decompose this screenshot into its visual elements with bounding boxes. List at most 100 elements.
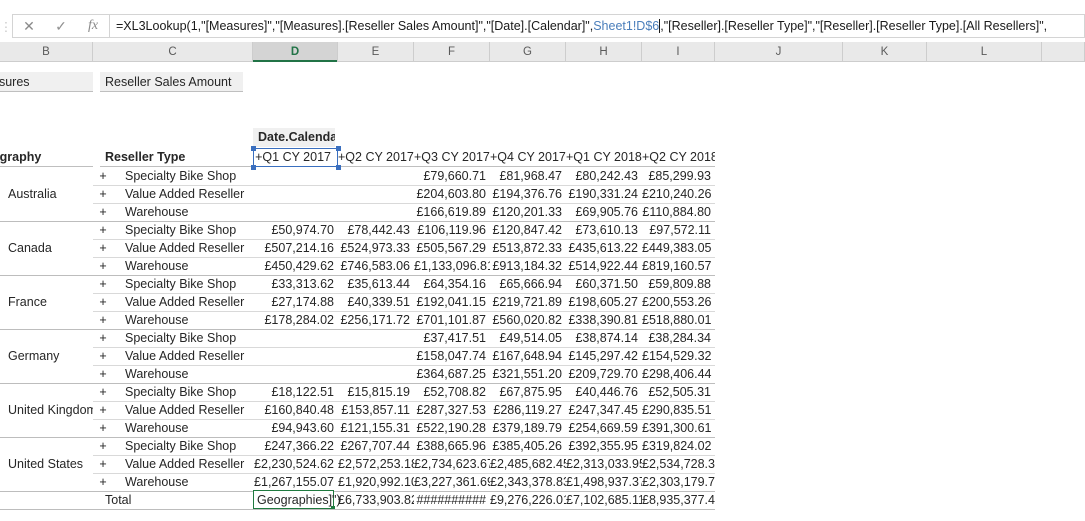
reseller-type-cell[interactable]: Value Added Reseller — [120, 347, 253, 365]
geography-label[interactable]: Australia — [0, 185, 93, 203]
value-cell[interactable]: £81,968.47 — [490, 167, 566, 185]
value-cell[interactable]: £69,905.76 — [566, 203, 642, 221]
value-cell[interactable]: £819,160.57 — [642, 257, 715, 275]
reseller-type-cell[interactable]: Specialty Bike Shop — [120, 329, 253, 347]
selected-cell[interactable]: +Q1 CY 2017 — [253, 148, 338, 167]
value-cell[interactable]: £319,824.02 — [642, 437, 715, 455]
cell-in-edit-mode[interactable]: Geographies]") — [253, 490, 334, 509]
value-cell[interactable]: £110,884.80 — [642, 203, 715, 221]
value-cell[interactable]: £2,313,033.95 — [566, 455, 642, 473]
total-value-cell[interactable]: £7,102,685.11 — [566, 491, 642, 509]
column-header-f[interactable]: F — [414, 42, 490, 61]
column-header-l[interactable]: L — [927, 42, 1042, 61]
value-cell[interactable]: £37,417.51 — [414, 329, 490, 347]
value-cell[interactable]: £298,406.44 — [642, 365, 715, 383]
value-cell[interactable]: £85,299.93 — [642, 167, 715, 185]
value-cell[interactable]: £2,343,378.83 — [490, 473, 566, 491]
value-cell[interactable]: £524,973.33 — [338, 239, 414, 257]
selection-handle[interactable] — [336, 146, 341, 151]
expand-toggle[interactable]: + — [93, 167, 113, 185]
value-cell[interactable]: £560,020.82 — [490, 311, 566, 329]
value-cell[interactable]: £247,347.45 — [566, 401, 642, 419]
check-icon[interactable]: ✓ — [45, 15, 77, 37]
value-cell[interactable]: £49,514.05 — [490, 329, 566, 347]
value-cell[interactable]: £79,660.71 — [414, 167, 490, 185]
geography-dimension-label[interactable]: ography — [0, 148, 93, 167]
expand-toggle[interactable]: + — [93, 419, 113, 437]
date-dimension-label[interactable]: Date.Calendar — [253, 128, 335, 147]
value-cell[interactable]: £120,847.42 — [490, 221, 566, 239]
reseller-type-cell[interactable]: Specialty Bike Shop — [120, 275, 253, 293]
value-cell[interactable]: £746,583.06 — [338, 257, 414, 275]
expand-toggle[interactable]: + — [93, 221, 113, 239]
reseller-type-cell[interactable]: Specialty Bike Shop — [120, 221, 253, 239]
reseller-type-cell[interactable]: Value Added Reseller — [120, 293, 253, 311]
column-header-j[interactable]: J — [715, 42, 843, 61]
value-cell[interactable]: £158,047.74 — [414, 347, 490, 365]
reseller-type-cell[interactable]: Value Added Reseller — [120, 401, 253, 419]
value-cell[interactable]: £18,122.51 — [253, 383, 338, 401]
value-cell[interactable]: £267,707.44 — [338, 437, 414, 455]
column-header-k[interactable]: K — [843, 42, 927, 61]
value-cell[interactable]: £120,201.33 — [490, 203, 566, 221]
total-label[interactable]: Total — [100, 491, 253, 509]
formula-input[interactable]: =XL3Lookup(1,"[Measures]","[Measures].[R… — [109, 14, 1085, 38]
expand-toggle[interactable]: + — [93, 401, 113, 419]
expand-toggle[interactable]: + — [93, 311, 113, 329]
measure-name-cell[interactable]: Reseller Sales Amount — [100, 72, 243, 92]
formula-bar-grip[interactable]: ⋮ — [0, 14, 12, 40]
column-header-c[interactable]: C — [93, 42, 253, 61]
value-cell[interactable]: £38,874.14 — [566, 329, 642, 347]
selection-handle[interactable] — [336, 165, 341, 170]
value-cell[interactable]: £97,572.11 — [642, 221, 715, 239]
value-cell[interactable]: £913,184.32 — [490, 257, 566, 275]
period-header-6[interactable]: +Q2 CY 2018 — [642, 148, 715, 167]
value-cell[interactable]: £64,354.16 — [414, 275, 490, 293]
reseller-type-cell[interactable]: Value Added Reseller — [120, 239, 253, 257]
value-cell[interactable]: £52,708.82 — [414, 383, 490, 401]
value-cell[interactable]: £94,943.60 — [253, 419, 338, 437]
column-header-b[interactable]: B — [0, 42, 93, 61]
column-header-g[interactable]: G — [490, 42, 566, 61]
value-cell[interactable]: £514,922.44 — [566, 257, 642, 275]
value-cell[interactable]: £166,619.89 — [414, 203, 490, 221]
value-cell[interactable]: £507,214.16 — [253, 239, 338, 257]
reseller-type-cell[interactable]: Warehouse — [120, 257, 253, 275]
expand-toggle[interactable]: + — [93, 275, 113, 293]
value-cell[interactable]: £2,534,728.36 — [642, 455, 715, 473]
value-cell[interactable]: £204,603.80 — [414, 185, 490, 203]
value-cell[interactable]: £78,442.43 — [338, 221, 414, 239]
value-cell[interactable]: £2,572,253.18 — [338, 455, 414, 473]
expand-toggle[interactable]: + — [93, 437, 113, 455]
value-cell[interactable]: £392,355.95 — [566, 437, 642, 455]
value-cell[interactable]: £167,648.94 — [490, 347, 566, 365]
expand-toggle[interactable]: + — [93, 239, 113, 257]
value-cell[interactable]: £435,613.22 — [566, 239, 642, 257]
value-cell[interactable]: £40,339.51 — [338, 293, 414, 311]
expand-toggle[interactable]: + — [93, 383, 113, 401]
value-cell[interactable]: £2,303,179.71 — [642, 473, 715, 491]
expand-toggle[interactable]: + — [93, 185, 113, 203]
total-value-cell[interactable]: £6,733,903.82 — [338, 491, 414, 509]
column-header-e[interactable]: E — [338, 42, 414, 61]
value-cell[interactable]: £2,485,682.45 — [490, 455, 566, 473]
value-cell[interactable]: £38,284.34 — [642, 329, 715, 347]
value-cell[interactable]: £2,734,623.67 — [414, 455, 490, 473]
value-cell[interactable]: £59,809.88 — [642, 275, 715, 293]
value-cell[interactable]: £27,174.88 — [253, 293, 338, 311]
value-cell[interactable]: £15,815.19 — [338, 383, 414, 401]
value-cell[interactable]: £33,313.62 — [253, 275, 338, 293]
value-cell[interactable]: £80,242.43 — [566, 167, 642, 185]
value-cell[interactable]: £60,371.50 — [566, 275, 642, 293]
value-cell[interactable]: £121,155.31 — [338, 419, 414, 437]
reseller-type-cell[interactable]: Specialty Bike Shop — [120, 383, 253, 401]
column-header-blank[interactable] — [1042, 42, 1085, 61]
expand-toggle[interactable]: + — [93, 365, 113, 383]
geography-label[interactable]: France — [0, 293, 93, 311]
value-cell[interactable]: £1,920,992.10 — [338, 473, 414, 491]
reseller-type-label[interactable]: Reseller Type — [100, 148, 253, 167]
value-cell[interactable]: £65,666.94 — [490, 275, 566, 293]
value-cell[interactable]: £1,133,096.81 — [414, 257, 490, 275]
total-value-cell[interactable]: £9,276,226.01 — [490, 491, 566, 509]
fx-icon[interactable]: fx — [77, 15, 109, 37]
